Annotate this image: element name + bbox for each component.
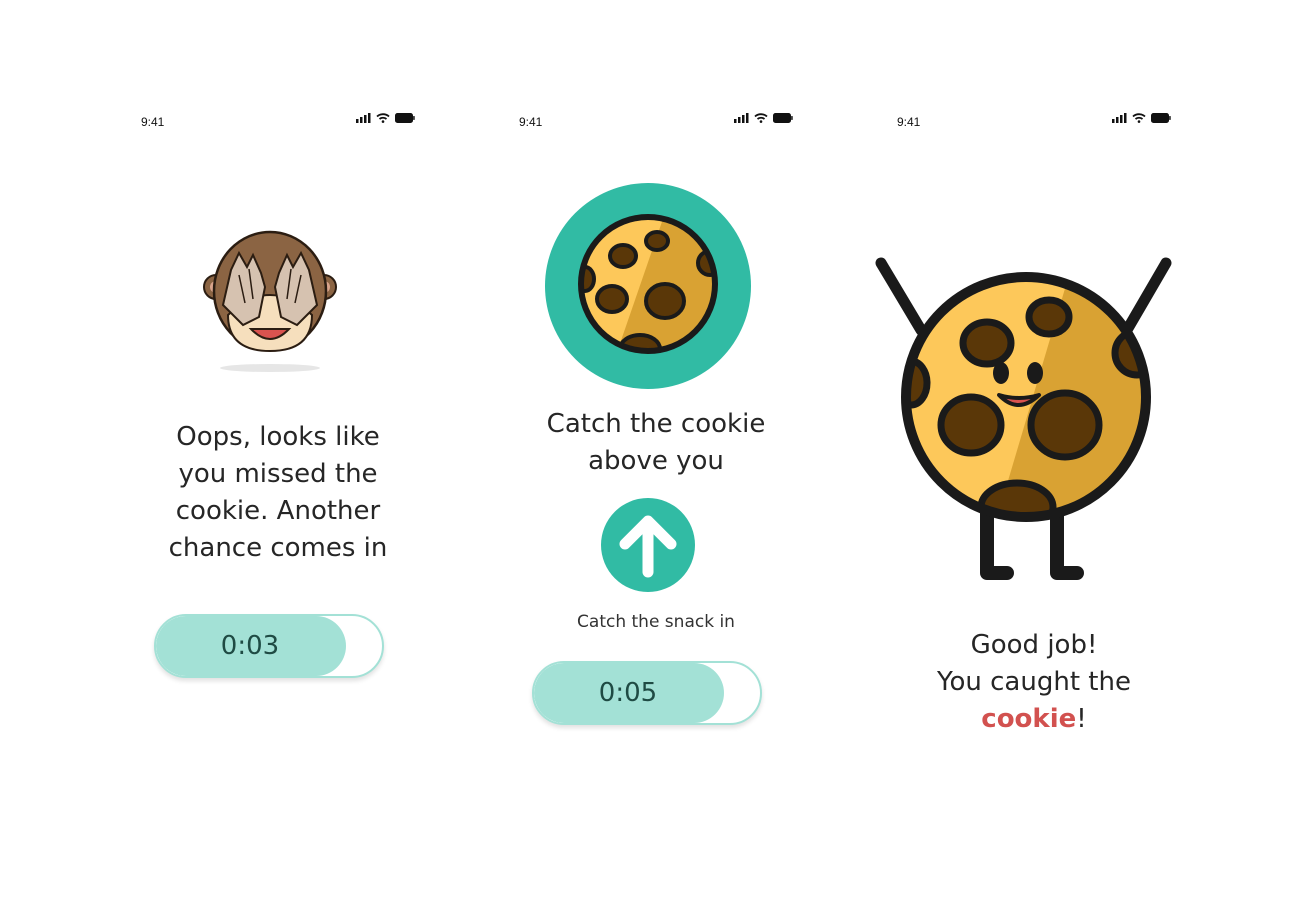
highlight-suffix: ! <box>1076 704 1087 734</box>
wifi-icon <box>376 113 390 123</box>
happy-cookie-character-icon <box>875 257 1172 580</box>
message-line: Catch the cookie <box>546 409 766 439</box>
catch-caption: Catch the snack in <box>577 612 735 632</box>
timer-value: 0:03 <box>220 631 280 661</box>
status-time: 9:41 <box>519 115 543 129</box>
status-time: 9:41 <box>897 115 921 129</box>
status-bar: 9:41 <box>133 110 423 134</box>
monkey-covering-eyes-icon <box>203 230 337 372</box>
status-bar: 9:41 <box>889 110 1179 134</box>
message-line: Oops, looks like <box>176 422 380 452</box>
screen-catch: 9:41 Catch the cookie above you Catch th… <box>511 110 801 810</box>
status-bar: 9:41 <box>511 110 801 134</box>
missed-message: Oops, looks like you missed the cookie. … <box>133 419 423 567</box>
screen-missed: 9:41 Oops, looks like you missed the coo… <box>133 110 423 810</box>
message-line: cookie. Another <box>175 496 381 526</box>
wifi-icon <box>1132 113 1146 123</box>
highlight-word: cookie <box>981 704 1077 734</box>
timer-value: 0:05 <box>598 678 658 708</box>
message-line-highlight: cookie! <box>889 701 1179 738</box>
screen-success: 9:41 Good job! You caught the cookie! <box>875 110 1179 810</box>
message-line: Good job! <box>970 630 1098 660</box>
battery-icon <box>773 113 793 123</box>
success-message: Good job! You caught the cookie! <box>889 627 1179 738</box>
signal-icon <box>356 113 371 123</box>
message-line: You caught the <box>937 667 1131 697</box>
signal-icon <box>734 113 749 123</box>
message-line: chance comes in <box>168 533 388 563</box>
cookie-in-circle-icon <box>545 183 751 389</box>
countdown-timer: 0:05 <box>532 661 762 725</box>
signal-icon <box>1112 113 1127 123</box>
message-line: you missed the <box>178 459 378 489</box>
countdown-timer: 0:03 <box>154 614 384 678</box>
status-time: 9:41 <box>141 115 165 129</box>
arrow-up-icon <box>601 498 695 592</box>
catch-message: Catch the cookie above you <box>511 406 801 480</box>
wifi-icon <box>754 113 768 123</box>
battery-icon <box>1151 113 1171 123</box>
message-line: above you <box>588 446 724 476</box>
battery-icon <box>395 113 415 123</box>
